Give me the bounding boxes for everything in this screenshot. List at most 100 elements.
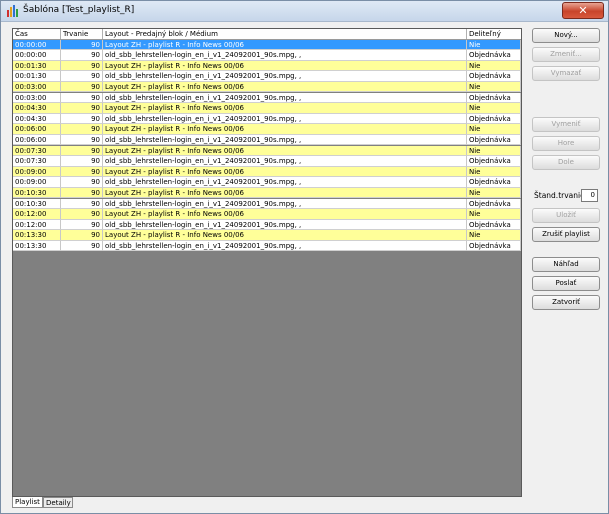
- table-row[interactable]: 00:13:30 90 Layout ZH - playlist R - Info …: [13, 230, 521, 241]
- cell-duration: 90: [61, 134, 103, 146]
- cell-divisible: Nie: [467, 145, 521, 157]
- table-row[interactable]: 00:07:30 90 Layout ZH - playlist R - Info …: [13, 145, 521, 157]
- table-row[interactable]: 00:04:30 90 Layout ZH - playlist R - Info …: [13, 103, 521, 114]
- table-row[interactable]: 00:00:00 90 old_sbb_lehrstellen-login_en_…: [13, 50, 521, 61]
- cell-content: old_sbb_lehrstellen-login_en_i_v1_240920…: [103, 50, 467, 61]
- cell-content: Layout ZH - playlist R - Info News 00/06: [103, 209, 467, 220]
- delete-button[interactable]: Vymazať: [532, 66, 600, 81]
- replace-button[interactable]: Vymeniť: [532, 117, 600, 132]
- title-bar[interactable]: Šablóna [Test_playlist_R] ✕: [1, 1, 608, 22]
- cell-duration: 90: [61, 60, 103, 72]
- cell-duration: 90: [61, 187, 103, 199]
- tab-playlist[interactable]: Playlist: [12, 497, 43, 508]
- cell-content: old_sbb_lehrstellen-login_en_i_v1_240920…: [103, 240, 467, 252]
- column-header-layout[interactable]: Layout - Predajný blok / Médium: [103, 29, 467, 39]
- cell-duration: 90: [61, 39, 103, 51]
- cell-content: Layout ZH - playlist R - Info News 00/06: [103, 103, 467, 114]
- cell-divisible: Nie: [467, 187, 521, 199]
- table-row[interactable]: 00:12:00 90 Layout ZH - playlist R - Info …: [13, 209, 521, 220]
- cell-time: 00:00:00: [13, 39, 61, 51]
- save-button[interactable]: Uložiť: [532, 208, 600, 223]
- cell-content: old_sbb_lehrstellen-login_en_i_v1_240920…: [103, 177, 467, 188]
- table-row[interactable]: 00:06:00 90 Layout ZH - playlist R - Info …: [13, 124, 521, 135]
- cell-divisible: Objednávka: [467, 156, 521, 167]
- cell-time: 00:01:30: [13, 60, 61, 72]
- cell-time: 00:09:00: [13, 177, 61, 188]
- cell-content: old_sbb_lehrstellen-login_en_i_v1_240920…: [103, 92, 467, 104]
- table-row[interactable]: 00:06:00 90 old_sbb_lehrstellen-login_en_…: [13, 134, 521, 146]
- cell-time: 00:12:00: [13, 209, 61, 220]
- cell-duration: 90: [61, 71, 103, 82]
- cell-time: 00:10:30: [13, 187, 61, 199]
- cell-divisible: Nie: [467, 166, 521, 178]
- cell-time: 00:00:00: [13, 50, 61, 61]
- column-header-cas[interactable]: Čas: [13, 29, 61, 39]
- cell-time: 00:13:30: [13, 230, 61, 241]
- cell-content: old_sbb_lehrstellen-login_en_i_v1_240920…: [103, 134, 467, 146]
- table-row[interactable]: 00:09:00 90 old_sbb_lehrstellen-login_en_…: [13, 177, 521, 188]
- cell-divisible: Nie: [467, 60, 521, 72]
- cell-divisible: Nie: [467, 39, 521, 51]
- cell-content: old_sbb_lehrstellen-login_en_i_v1_240920…: [103, 113, 467, 125]
- cell-divisible: Objednávka: [467, 219, 521, 231]
- table-row[interactable]: 00:10:30 90 Layout ZH - playlist R - Info …: [13, 187, 521, 199]
- window-title: Šablóna [Test_playlist_R]: [23, 5, 135, 15]
- cell-time: 00:09:00: [13, 166, 61, 178]
- cell-duration: 90: [61, 124, 103, 135]
- table-row[interactable]: 00:09:00 90 Layout ZH - playlist R - Info …: [13, 166, 521, 178]
- cell-divisible: Nie: [467, 230, 521, 241]
- send-button[interactable]: Poslať: [532, 276, 600, 291]
- column-header-trvanie[interactable]: Trvanie: [61, 29, 103, 39]
- table-row[interactable]: 00:03:00 90 Layout ZH - playlist R - Info …: [13, 81, 521, 93]
- cell-duration: 90: [61, 166, 103, 178]
- cell-duration: 90: [61, 103, 103, 114]
- table-row[interactable]: 00:04:30 90 old_sbb_lehrstellen-login_en_…: [13, 113, 521, 125]
- close-window-button[interactable]: Zatvoriť: [532, 295, 600, 310]
- cell-divisible: Objednávka: [467, 134, 521, 146]
- cell-divisible: Objednávka: [467, 177, 521, 188]
- cell-time: 00:04:30: [13, 103, 61, 114]
- default-duration-label: Štand.trvanie: [534, 191, 585, 200]
- table-row[interactable]: 00:01:30 90 Layout ZH - playlist R - Info …: [13, 60, 521, 72]
- playlist-grid[interactable]: Čas Trvanie Layout - Predajný blok / Méd…: [12, 28, 522, 497]
- preview-button[interactable]: Náhľad: [532, 257, 600, 272]
- new-button[interactable]: Nový...: [532, 28, 600, 43]
- column-header-delitelny[interactable]: Deliteľný: [467, 29, 521, 39]
- move-down-button[interactable]: Dole: [532, 155, 600, 170]
- cell-divisible: Nie: [467, 103, 521, 114]
- cell-content: old_sbb_lehrstellen-login_en_i_v1_240920…: [103, 71, 467, 82]
- cell-time: 00:13:30: [13, 240, 61, 252]
- move-up-button[interactable]: Hore: [532, 136, 600, 151]
- tab-detaily[interactable]: Detaily: [43, 497, 73, 508]
- cell-duration: 90: [61, 198, 103, 210]
- table-row[interactable]: 00:07:30 90 old_sbb_lehrstellen-login_en_…: [13, 156, 521, 167]
- table-row[interactable]: 00:10:30 90 old_sbb_lehrstellen-login_en_…: [13, 198, 521, 210]
- default-duration-input[interactable]: 0: [581, 189, 598, 202]
- cell-content: Layout ZH - playlist R - Info News 00/06: [103, 230, 467, 241]
- table-row[interactable]: 00:01:30 90 old_sbb_lehrstellen-login_en_…: [13, 71, 521, 82]
- cell-divisible: Objednávka: [467, 50, 521, 61]
- table-row[interactable]: 00:00:00 90 Layout ZH - playlist R - Info …: [13, 39, 521, 51]
- cell-duration: 90: [61, 145, 103, 157]
- table-row[interactable]: 00:12:00 90 old_sbb_lehrstellen-login_en_…: [13, 219, 521, 231]
- cell-duration: 90: [61, 92, 103, 104]
- edit-button[interactable]: Zmeniť...: [532, 47, 600, 62]
- cell-divisible: Objednávka: [467, 71, 521, 82]
- grid-header: Čas Trvanie Layout - Predajný blok / Méd…: [13, 29, 521, 40]
- cell-content: Layout ZH - playlist R - Info News 00/06: [103, 187, 467, 199]
- close-button[interactable]: ✕: [562, 2, 604, 19]
- cell-content: Layout ZH - playlist R - Info News 00/06: [103, 166, 467, 178]
- cell-time: 00:03:00: [13, 81, 61, 93]
- table-row[interactable]: 00:13:30 90 old_sbb_lehrstellen-login_en_…: [13, 240, 521, 252]
- cell-time: 00:04:30: [13, 113, 61, 125]
- cell-duration: 90: [61, 50, 103, 61]
- cell-time: 00:07:30: [13, 156, 61, 167]
- cell-duration: 90: [61, 177, 103, 188]
- cell-time: 00:01:30: [13, 71, 61, 82]
- cell-content: Layout ZH - playlist R - Info News 00/06: [103, 39, 467, 51]
- cancel-playlist-button[interactable]: Zrušiť playlist: [532, 227, 600, 242]
- table-row[interactable]: 00:03:00 90 old_sbb_lehrstellen-login_en_…: [13, 92, 521, 104]
- cell-time: 00:07:30: [13, 145, 61, 157]
- cell-divisible: Objednávka: [467, 240, 521, 252]
- cell-duration: 90: [61, 209, 103, 220]
